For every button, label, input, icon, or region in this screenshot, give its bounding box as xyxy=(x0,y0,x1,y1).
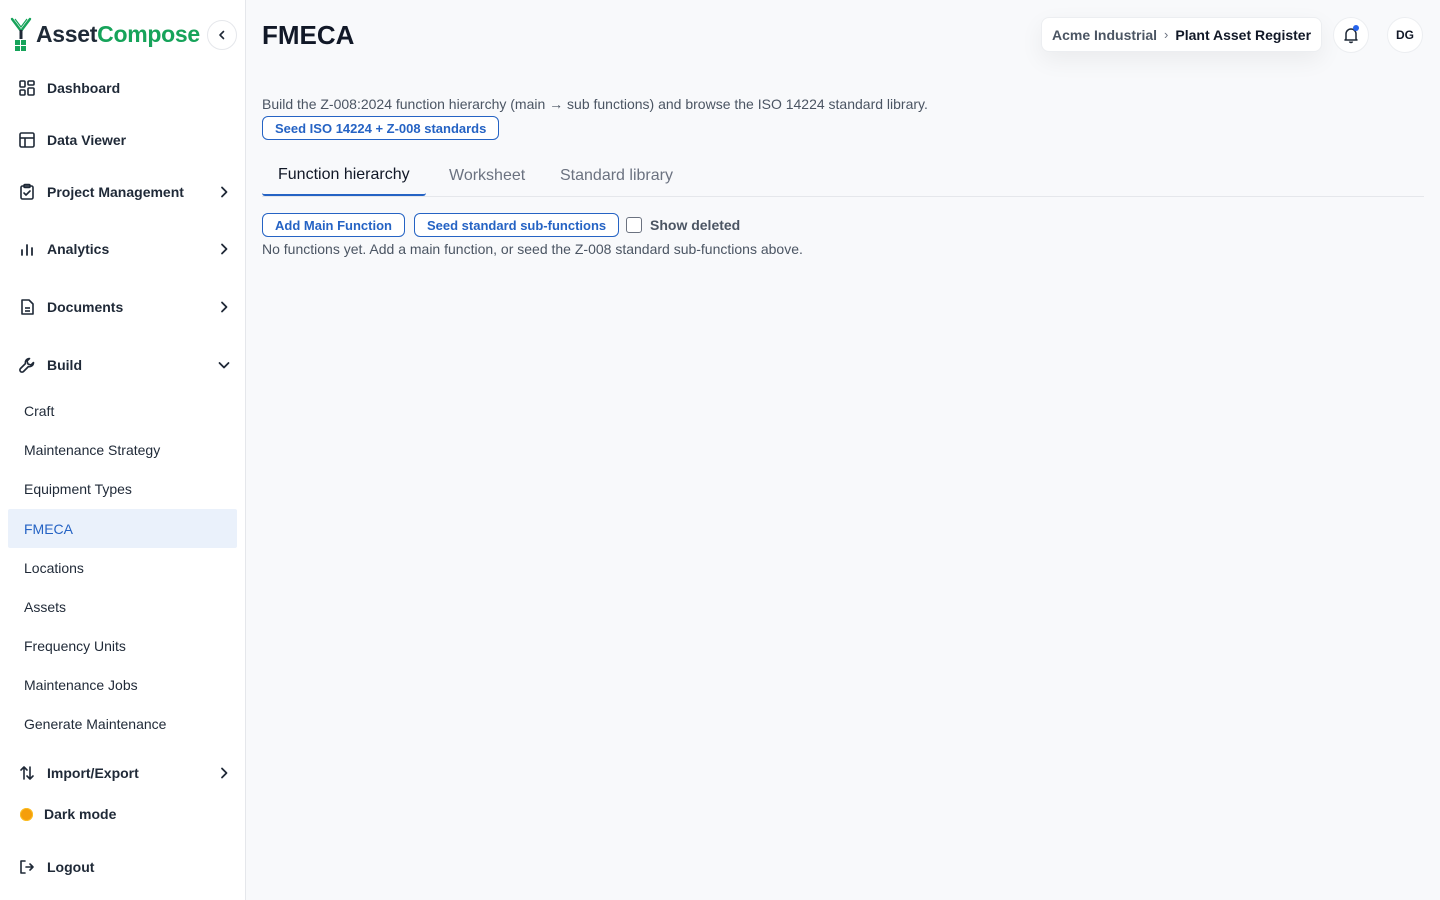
avatar[interactable]: DG xyxy=(1387,17,1423,53)
sidebar-item-label: Logout xyxy=(47,859,95,875)
document-icon xyxy=(18,298,36,316)
sidebar-item-import-export[interactable]: Import/Export xyxy=(8,759,237,787)
brand-name: AssetCompose xyxy=(36,21,200,48)
brand-name-part1: Asset xyxy=(36,20,98,47)
sidebar-item-label: Import/Export xyxy=(47,765,139,781)
page-title: FMECA xyxy=(262,20,355,50)
logo-icon xyxy=(10,17,32,51)
breadcrumb-org[interactable]: Acme Industrial xyxy=(1052,27,1157,43)
sidebar-subitem-assets[interactable]: Assets xyxy=(8,587,237,626)
sidebar-subitem-locations[interactable]: Locations xyxy=(8,548,237,587)
breadcrumb[interactable]: Acme Industrial › Plant Asset Register xyxy=(1041,17,1323,52)
sidebar-item-dashboard[interactable]: Dashboard xyxy=(8,74,237,102)
dark-mode-label: Dark mode xyxy=(44,806,117,822)
sidebar-subitem-maintenance-jobs[interactable]: Maintenance Jobs xyxy=(8,665,237,704)
chevron-right-icon xyxy=(217,766,231,780)
sidebar-item-label: Documents xyxy=(47,299,124,315)
import-export-icon xyxy=(18,764,36,782)
show-deleted-label: Show deleted xyxy=(650,217,741,233)
brand-name-part2: Compose xyxy=(97,20,200,47)
chevron-left-icon xyxy=(219,30,225,40)
seed-sub-functions-button[interactable]: Seed standard sub-functions xyxy=(414,213,620,237)
brand-logo[interactable]: AssetCompose xyxy=(10,16,200,52)
empty-state-message: No functions yet. Add a main function, o… xyxy=(262,241,803,257)
sidebar-subitem-frequency-units[interactable]: Frequency Units xyxy=(8,626,237,665)
dark-mode-dot-icon xyxy=(20,807,33,821)
tab-function-hierarchy[interactable]: Function hierarchy xyxy=(262,155,426,196)
notifications-button[interactable] xyxy=(1333,17,1369,53)
show-deleted-checkbox-row[interactable]: Show deleted xyxy=(626,217,740,233)
clipboard-icon xyxy=(18,183,36,201)
tab-worksheet[interactable]: Worksheet xyxy=(433,155,541,196)
sidebar: AssetCompose Dashboard Data Viewer Proje… xyxy=(0,0,246,900)
dark-mode-toggle[interactable]: Dark mode xyxy=(8,800,237,828)
sidebar-item-analytics[interactable]: Analytics xyxy=(8,235,237,263)
sidebar-item-label: Data Viewer xyxy=(47,132,127,148)
sidebar-item-label: Dashboard xyxy=(47,80,121,96)
table-icon xyxy=(18,131,36,149)
chevron-right-icon xyxy=(217,185,231,199)
sidebar-subitem-maintenance-strategy[interactable]: Maintenance Strategy xyxy=(8,430,237,469)
sidebar-subitem-generate-maintenance[interactable]: Generate Maintenance xyxy=(8,704,237,743)
sidebar-item-label: Build xyxy=(47,357,82,373)
chevron-right-icon xyxy=(217,300,231,314)
chevron-down-icon xyxy=(217,358,231,372)
add-main-function-button[interactable]: Add Main Function xyxy=(262,213,405,237)
sidebar-item-label: Project Management xyxy=(47,184,184,200)
page-description: Build the Z-008:2024 function hierarchy … xyxy=(262,96,928,112)
logout-icon xyxy=(18,858,36,876)
breadcrumb-project[interactable]: Plant Asset Register xyxy=(1175,27,1311,43)
chevron-right-icon xyxy=(217,242,231,256)
sidebar-subitem-equipment-types[interactable]: Equipment Types xyxy=(8,469,237,508)
sidebar-subitem-fmeca[interactable]: FMECA xyxy=(8,509,237,548)
sidebar-item-build[interactable]: Build xyxy=(8,351,237,379)
breadcrumb-separator: › xyxy=(1164,27,1169,42)
sidebar-item-label: Analytics xyxy=(47,241,110,257)
collapse-sidebar-button[interactable] xyxy=(207,20,237,50)
seed-standards-button[interactable]: Seed ISO 14224 + Z-008 standards xyxy=(262,116,500,140)
sidebar-item-logout[interactable]: Logout xyxy=(8,853,237,881)
sidebar-subitem-craft[interactable]: Craft xyxy=(8,391,237,430)
sidebar-item-project-management[interactable]: Project Management xyxy=(8,178,237,206)
tab-standard-library[interactable]: Standard library xyxy=(544,155,689,196)
dashboard-icon xyxy=(18,79,36,97)
wrench-icon xyxy=(18,356,36,374)
bar-chart-icon xyxy=(18,240,36,258)
sidebar-item-documents[interactable]: Documents xyxy=(8,293,237,321)
tab-bar: Function hierarchy Worksheet Standard li… xyxy=(262,155,1424,197)
notification-badge xyxy=(1353,25,1359,31)
sidebar-item-data-viewer[interactable]: Data Viewer xyxy=(8,126,237,154)
show-deleted-checkbox[interactable] xyxy=(626,217,642,233)
